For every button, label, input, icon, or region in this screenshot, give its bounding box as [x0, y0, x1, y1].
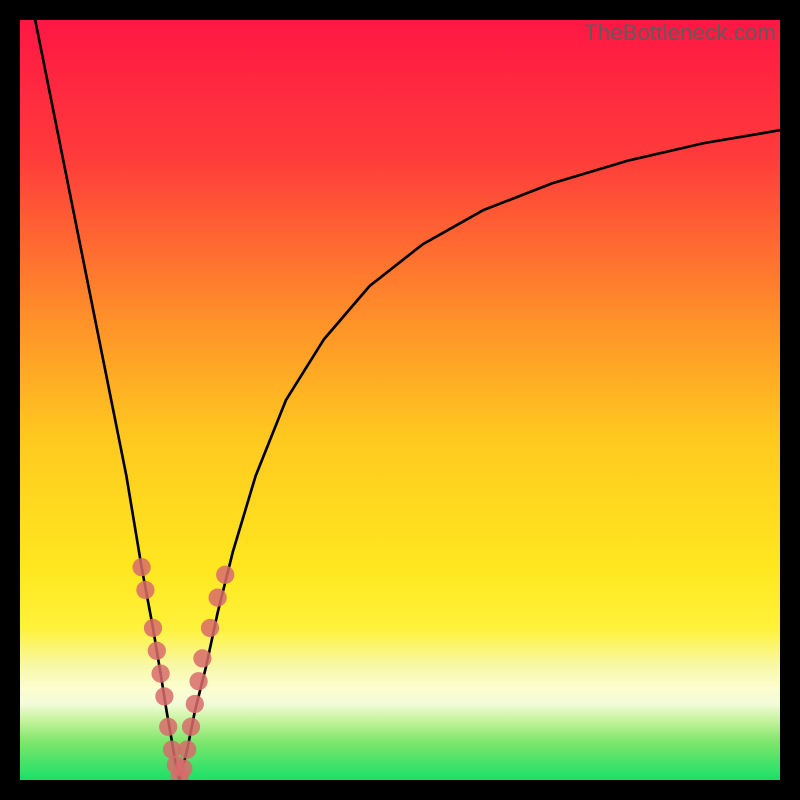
marker-dot — [186, 695, 204, 713]
plot-area: TheBottleneck.com — [20, 20, 780, 780]
marker-dot — [155, 687, 173, 705]
marker-dot — [159, 718, 177, 736]
marker-dot — [151, 664, 169, 682]
marker-dot — [144, 619, 162, 637]
bottleneck-curve-svg — [20, 20, 780, 780]
watermark-text: TheBottleneck.com — [584, 20, 776, 46]
marker-dot — [136, 581, 154, 599]
marker-dot — [193, 649, 211, 667]
marker-dot — [148, 642, 166, 660]
marker-dot — [201, 619, 219, 637]
marker-dot — [216, 566, 234, 584]
marker-dot — [132, 558, 150, 576]
marker-dot — [182, 718, 200, 736]
marker-cluster — [132, 558, 234, 780]
marker-dot — [178, 740, 196, 758]
marker-dot — [208, 588, 226, 606]
marker-dot — [189, 672, 207, 690]
marker-dot — [174, 759, 192, 777]
curve-right-branch — [180, 130, 780, 780]
outer-frame: TheBottleneck.com — [0, 0, 800, 800]
